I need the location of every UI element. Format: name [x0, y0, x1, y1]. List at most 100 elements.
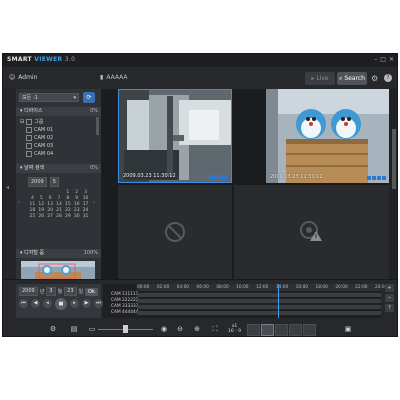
calendar-day[interactable]: 2 — [72, 190, 81, 195]
calendar-day[interactable]: 20 — [46, 208, 55, 213]
video-cell-4[interactable] — [234, 185, 389, 279]
zoom-in-icon[interactable]: + — [385, 284, 394, 292]
calendar-day[interactable]: 28 — [55, 214, 64, 219]
snapshot-icon[interactable]: ⚙ — [48, 324, 58, 334]
list-icon[interactable]: ▤ — [69, 324, 79, 334]
checkbox[interactable] — [26, 127, 32, 133]
calendar-day[interactable]: 24 — [81, 208, 90, 213]
calendar-day[interactable]: 12 — [37, 202, 46, 207]
calendar-day[interactable]: 6 — [46, 196, 55, 201]
month-input[interactable]: 3 — [46, 287, 56, 296]
prev-month-icon[interactable]: ‹ — [18, 199, 20, 206]
tree-cam-2[interactable]: CAM 02 — [20, 134, 53, 142]
calendar-day[interactable]: 22 — [63, 208, 72, 213]
video-cell-3[interactable] — [118, 185, 232, 279]
tree-cam-1[interactable]: CAM 01 — [20, 126, 53, 134]
calendar-day[interactable]: 9 — [72, 196, 81, 201]
volume-knob[interactable] — [123, 325, 128, 333]
collapse-arrow-icon[interactable]: ◂ — [6, 184, 9, 191]
monitor-icon[interactable]: ▭ — [87, 324, 97, 334]
day-input[interactable]: 23 — [64, 287, 77, 296]
rewind-icon[interactable]: ◀ — [31, 299, 40, 308]
calendar-day[interactable]: 29 — [63, 214, 72, 219]
checkbox[interactable] — [26, 119, 33, 125]
live-button[interactable]: ▸ Live — [305, 72, 335, 85]
mode-dropdown[interactable]: 모든 -1 ▾ — [19, 93, 79, 102]
calendar-day[interactable]: 8 — [63, 196, 72, 201]
step-forward-icon[interactable]: ▸ — [70, 299, 79, 308]
calendar-day[interactable]: 11 — [28, 202, 37, 207]
calendar-day[interactable]: 5 — [37, 196, 46, 201]
user-info[interactable]: ☺ Admin — [9, 74, 37, 81]
month-select[interactable]: 5 — [49, 177, 59, 187]
next-month-icon[interactable]: › — [93, 199, 95, 206]
calendar-day[interactable]: 13 — [46, 202, 55, 207]
calendar-day[interactable]: 7 — [55, 196, 64, 201]
maximize-icon[interactable]: □ — [380, 56, 386, 63]
first-frame-icon[interactable]: ⏮ — [19, 299, 28, 308]
checkbox[interactable] — [26, 151, 32, 157]
calendar-day[interactable]: 3 — [81, 190, 90, 195]
tree-cam-4[interactable]: CAM 04 — [20, 150, 53, 158]
side-collapse-strip[interactable]: ◂ — [3, 89, 16, 279]
calendar-day[interactable]: 26 — [37, 214, 46, 219]
calendar-day[interactable]: 14 — [55, 202, 64, 207]
refresh-icon[interactable]: ⟳ — [83, 92, 95, 103]
close-icon[interactable]: ✕ — [389, 56, 394, 63]
year-select[interactable]: 2009 — [28, 177, 47, 187]
fullscreen-icon[interactable]: ⛶ — [210, 324, 220, 334]
gear-icon[interactable]: ⚙ — [371, 74, 378, 83]
stop-icon[interactable]: ■ — [55, 298, 67, 310]
calendar-day[interactable]: 16 — [72, 202, 81, 207]
search-button[interactable]: ⌕ Search — [337, 72, 367, 85]
play-icon[interactable]: ▶ — [82, 299, 91, 308]
checkbox[interactable] — [26, 135, 32, 141]
year-input[interactable]: 2009 — [19, 287, 38, 296]
tree-scrollbar[interactable] — [96, 117, 99, 135]
minus-icon[interactable]: ⊖ — [175, 324, 185, 334]
tree-cam-3[interactable]: CAM 03 — [20, 142, 53, 150]
calendar-day[interactable]: 31 — [81, 214, 90, 219]
calendar-day[interactable]: 30 — [72, 214, 81, 219]
last-frame-icon[interactable]: ⏭ — [94, 299, 103, 308]
timeline-cursor[interactable] — [278, 284, 279, 318]
layout-9-icon[interactable] — [275, 324, 288, 336]
layout-4-icon[interactable] — [261, 324, 274, 336]
scroll-thumb[interactable] — [392, 129, 396, 189]
devices-header[interactable]: ▾ 디바이스 0% — [16, 107, 101, 116]
calendar-day[interactable]: 25 — [28, 214, 37, 219]
calendar-day[interactable]: 18 — [28, 208, 37, 213]
layout-16-icon[interactable] — [289, 324, 302, 336]
layout-25-icon[interactable] — [303, 324, 316, 336]
timeline-row[interactable]: CAM 444444 — [103, 310, 381, 316]
export-icon[interactable]: ▣ — [343, 324, 353, 334]
ok-button[interactable]: Ok — [85, 287, 98, 296]
calendar-day[interactable]: 21 — [55, 208, 64, 213]
timeline[interactable]: 00:00 02:00 04:00 06:00 08:00 10:00 12:00 14:00… — [103, 284, 387, 318]
grid-scrollbar[interactable] — [389, 89, 397, 279]
calendar-day[interactable]: 15 — [63, 202, 72, 207]
digital-zoom-header[interactable]: ▾ 디지털 줌 100% — [16, 249, 101, 258]
record-icon[interactable]: ◉ — [159, 324, 169, 334]
calendar-day[interactable]: 19 — [37, 208, 46, 213]
video-cell-1[interactable]: 2009.03.23 11:30:12 — [118, 89, 232, 183]
layout-1-icon[interactable] — [247, 324, 260, 336]
site-info[interactable]: ▮ AAAAA — [100, 74, 128, 81]
help-icon[interactable]: ? — [384, 74, 392, 82]
calendar-day[interactable]: 1 — [63, 190, 72, 195]
date-search-header[interactable]: ▾ 날짜 검색 0% — [16, 164, 101, 173]
checkbox[interactable] — [26, 143, 32, 149]
calendar-day[interactable]: 10 — [81, 196, 90, 201]
video-cell-2[interactable]: 2009.03.23 11:30:12 — [266, 89, 389, 183]
help-icon[interactable]: ? — [385, 304, 394, 312]
plus-icon[interactable]: ⊕ — [192, 324, 202, 334]
calendar-day[interactable]: 27 — [46, 214, 55, 219]
zoom-preview[interactable] — [21, 261, 95, 281]
tree-group[interactable]: ⊟ 그룹 — [20, 118, 53, 126]
calendar-day[interactable]: 23 — [72, 208, 81, 213]
minimize-icon[interactable]: – — [374, 56, 377, 63]
zoom-out-icon[interactable]: − — [385, 294, 394, 302]
step-back-icon[interactable]: ◂ — [43, 299, 52, 308]
calendar-day[interactable]: 17 — [81, 202, 90, 207]
calendar-day[interactable]: 4 — [28, 196, 37, 201]
